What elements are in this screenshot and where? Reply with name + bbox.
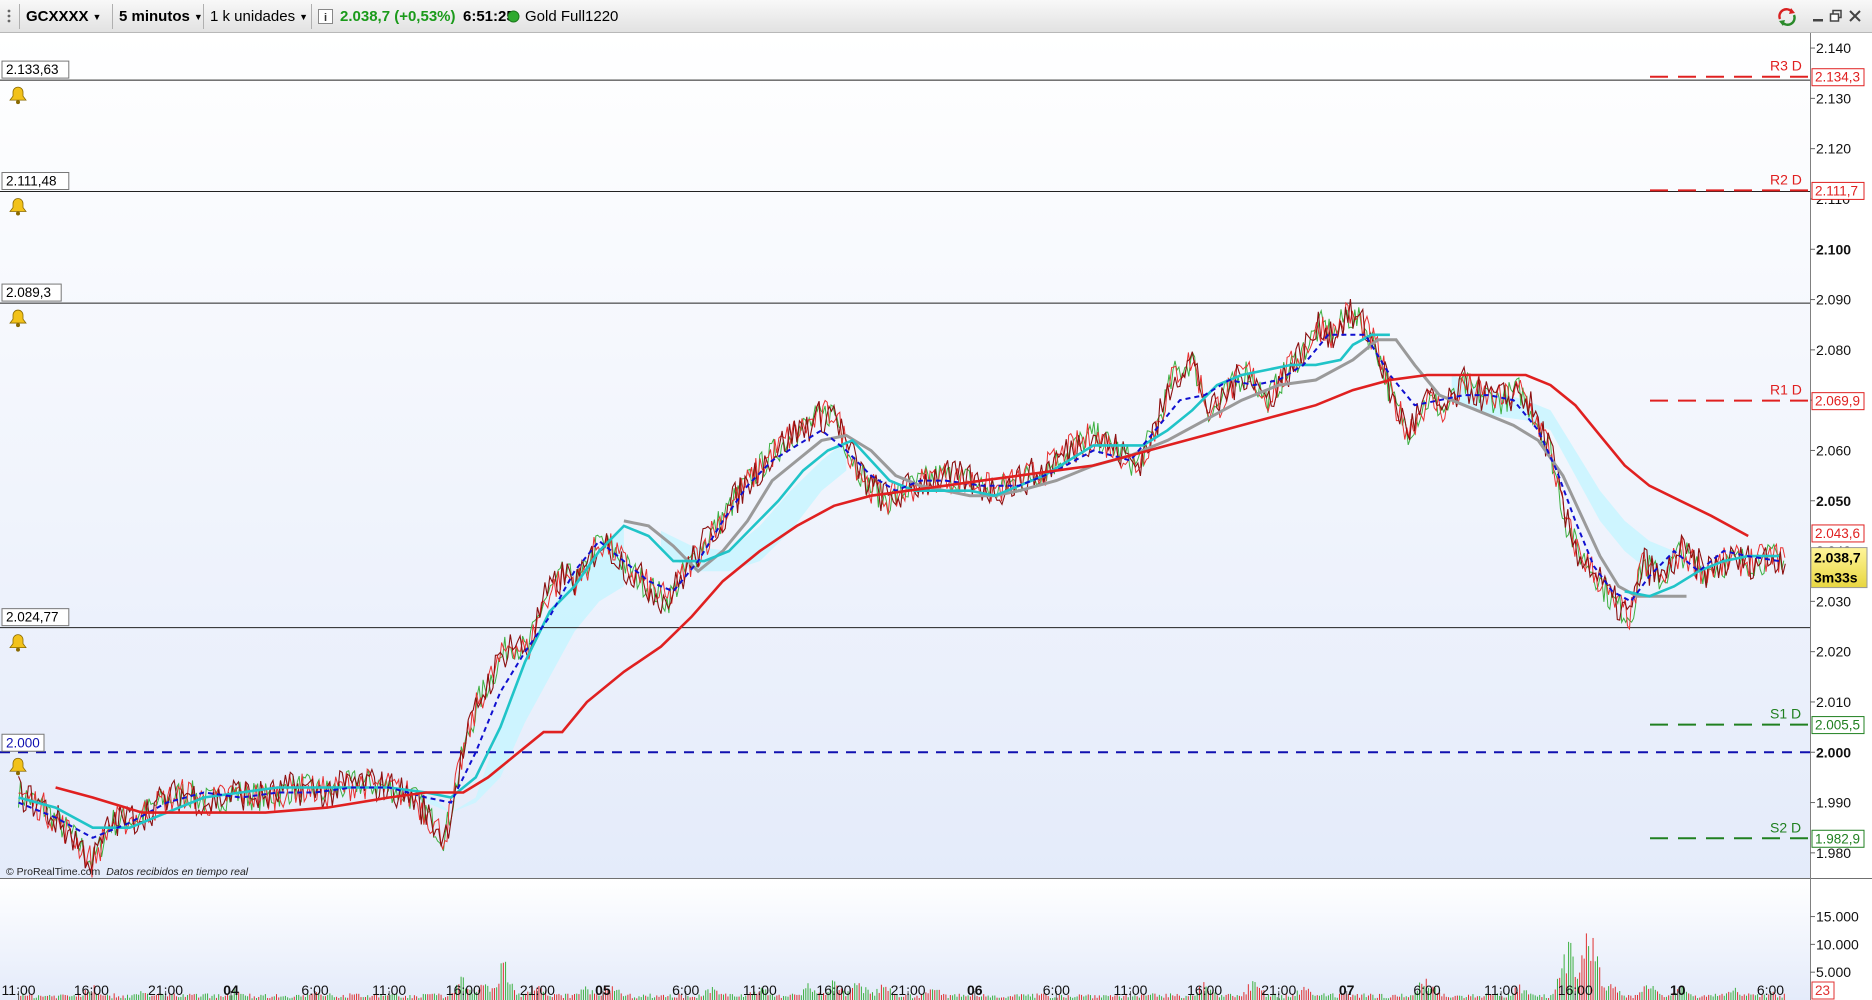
pivot-value-label: 2.005,5 — [1815, 718, 1860, 733]
y-tick-label: 2.010 — [1816, 694, 1851, 710]
svg-text:i: i — [324, 12, 327, 24]
x-tick-label: 05 — [595, 982, 611, 998]
pivot-name: R3 D — [1770, 58, 1802, 74]
pivot-name: S2 D — [1770, 819, 1801, 835]
bell-clapper — [16, 323, 20, 328]
close-icon[interactable] — [1848, 9, 1862, 23]
y-tick-label: 2.080 — [1816, 342, 1851, 358]
x-tick-label: 21:00 — [891, 982, 926, 998]
price-change: 2.038,7 (+0,53%) — [340, 8, 456, 25]
x-tick-label: 16:00 — [446, 982, 481, 998]
x-tick-label: 06 — [967, 982, 983, 998]
y-tick-label: 2.020 — [1816, 644, 1851, 660]
x-tick-label: 11:00 — [1484, 982, 1518, 998]
y-tick-label: 2.060 — [1816, 442, 1851, 458]
x-tick-label: 21:00 — [520, 982, 555, 998]
volume-tick-label: 10.000 — [1816, 936, 1859, 952]
level-label: 2.024,77 — [6, 610, 59, 625]
volume-tick-label: 5.000 — [1816, 964, 1851, 980]
y-tick-label: 1.990 — [1816, 795, 1851, 811]
minimize-icon[interactable] — [1811, 9, 1825, 23]
timeframe-label: 5 minutos — [119, 8, 190, 25]
pivot-name: R2 D — [1770, 171, 1802, 187]
y-tick-label: 2.030 — [1816, 593, 1851, 609]
x-tick-label: 6:00 — [301, 982, 328, 998]
x-tick-label: 6:00 — [1043, 982, 1070, 998]
timeframe-selector[interactable]: 5 minutos ▼ — [119, 4, 203, 29]
price-chart[interactable]: 2.133,63 2.111,48 2.089,3 2.024,77 2.000 R3 … — [0, 33, 1872, 1000]
symbol-selector[interactable]: GCXXXX ▼ — [26, 4, 101, 29]
x-tick-label: 04 — [223, 982, 239, 998]
level-2000-label: 2.000 — [6, 735, 40, 750]
chart-toolbar: GCXXXX ▼ 5 minutos ▼ 1 k unidades ▼ i 2.038… — [0, 0, 1872, 33]
bar-countdown-label: 3m33s — [1814, 570, 1858, 586]
sync-icon[interactable] — [1776, 6, 1798, 28]
chevron-down-icon: ▼ — [299, 11, 308, 22]
units-label: 1 k unidades — [210, 8, 296, 25]
x-tick-label: 16:00 — [816, 982, 851, 998]
chevron-down-icon: ▼ — [92, 11, 102, 22]
pivot-name: R1 D — [1770, 382, 1802, 398]
volume-last-label: 23 — [1815, 983, 1830, 998]
last-price-label: 2.038,7 — [1814, 550, 1861, 566]
chevron-down-icon: ▼ — [193, 11, 203, 22]
level-label: 2.111,48 — [6, 174, 57, 189]
drag-grip-icon[interactable] — [4, 5, 14, 28]
x-tick-label: 10 — [1670, 982, 1686, 998]
price-pane-background — [0, 33, 1810, 878]
pivot-value-label: 2.111,7 — [1815, 183, 1858, 198]
bell-clapper — [16, 647, 20, 652]
volume-tick-label: 15.000 — [1816, 909, 1859, 925]
x-tick-label: 16:00 — [74, 982, 109, 998]
status-dot-icon — [507, 10, 520, 23]
bell-clapper — [16, 211, 20, 216]
y-tick-label: 2.130 — [1816, 90, 1851, 106]
bell-clapper — [16, 771, 20, 776]
x-tick-label: 11:00 — [743, 982, 777, 998]
x-tick-label: 07 — [1339, 982, 1355, 998]
y-tick-label: 2.140 — [1816, 40, 1851, 56]
y-tick-label: 2.100 — [1816, 241, 1851, 257]
sma-value-label: 2.043,6 — [1815, 526, 1860, 541]
x-tick-label: 16:00 — [1558, 982, 1593, 998]
x-tick-label: 6:00 — [1757, 982, 1784, 998]
x-tick-label: 11:00 — [372, 982, 406, 998]
y-tick-label: 2.090 — [1816, 292, 1851, 308]
instrument-name: Gold Full1220 — [525, 8, 619, 25]
y-tick-label: 2.050 — [1816, 493, 1851, 509]
watermark: © ProRealTime.com Datos recibidos en tiem… — [6, 866, 249, 878]
x-tick-label: 21:00 — [148, 982, 183, 998]
y-tick-label: 2.000 — [1816, 744, 1851, 760]
units-selector[interactable]: 1 k unidades ▼ — [210, 4, 308, 29]
pivot-value-label: 1.982,9 — [1815, 831, 1860, 846]
restore-icon[interactable] — [1829, 9, 1843, 23]
bell-clapper — [16, 100, 20, 105]
symbol-label: GCXXXX — [26, 8, 89, 25]
level-label: 2.133,63 — [6, 62, 59, 77]
x-tick-label: 6:00 — [672, 982, 699, 998]
y-tick-label: 2.120 — [1816, 141, 1851, 157]
x-tick-label: 16:00 — [1187, 982, 1222, 998]
x-tick-label: 21:00 — [1261, 982, 1296, 998]
pivot-value-label: 2.134,3 — [1815, 70, 1860, 85]
x-tick-label: 11:00 — [2, 982, 36, 998]
level-label: 2.089,3 — [6, 285, 51, 300]
info-icon[interactable]: i — [318, 9, 333, 24]
x-tick-label: 11:00 — [1113, 982, 1147, 998]
x-tick-label: 6:00 — [1413, 982, 1440, 998]
pivot-name: S1 D — [1770, 706, 1801, 722]
pivot-value-label: 2.069,9 — [1815, 394, 1860, 409]
